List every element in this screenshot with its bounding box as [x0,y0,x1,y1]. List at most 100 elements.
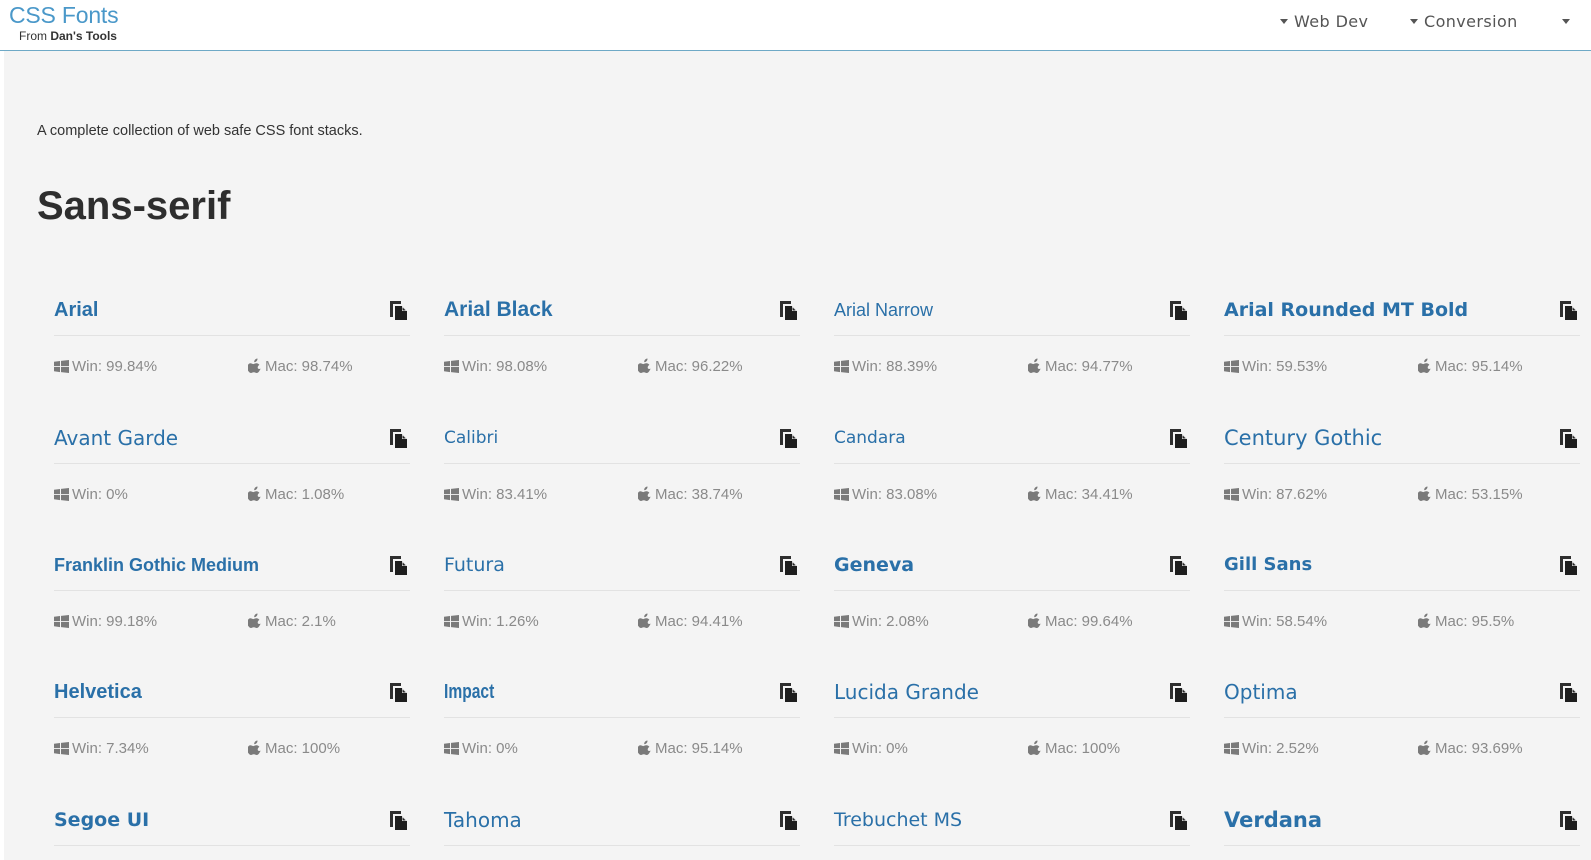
win-coverage-value: Win: 99.84% [72,358,158,375]
copy-icon[interactable] [778,554,800,576]
mac-coverage: Mac: 95.14% [637,739,743,759]
windows-icon [54,358,72,375]
apple-icon [637,740,655,757]
win-coverage: Win: 59.53% [1224,357,1327,377]
copy-icon[interactable] [388,809,410,831]
brand-subtitle-prefix: From [19,29,47,43]
mac-coverage-value: Mac: 53.15% [1435,486,1523,503]
caret-down-icon [1562,19,1570,24]
font-card-futura: Futura Win: 1.26% Mac: 94.41% [444,540,800,640]
win-coverage: Win: 0% [444,739,518,759]
nav-label: Conversion [1424,12,1518,31]
mac-coverage: Mac: 94.41% [637,612,743,632]
apple-icon [1417,740,1435,757]
mac-coverage: Mac: 93.69% [1417,739,1523,759]
font-card-header: Arial [54,285,410,336]
font-name-link[interactable]: Geneva [834,552,914,578]
copy-icon[interactable] [778,299,800,321]
apple-icon [247,740,265,757]
font-card-franklin-gothic-medium: Franklin Gothic Medium Win: 99.18% Mac: 2.… [54,540,410,640]
apple-icon [1417,358,1435,375]
windows-icon [444,613,462,630]
mac-coverage: Mac: 99.64% [1027,612,1133,632]
font-name-link[interactable]: Candara [834,425,906,451]
win-coverage: Win: 83.08% [834,485,937,505]
font-name-link[interactable]: Segoe UI [54,807,149,833]
brand-subtitle-link[interactable]: Dan's Tools [50,29,117,43]
font-name-link[interactable]: Arial Black [444,297,553,323]
mac-coverage-value: Mac: 94.77% [1045,358,1133,375]
left-gutter [0,0,4,860]
font-name-link[interactable]: Century Gothic [1224,425,1382,451]
font-name-link[interactable]: Futura [444,552,505,578]
font-name-link[interactable]: Calibri [444,425,498,451]
font-name-link[interactable]: Optima [1224,679,1298,705]
font-card-header: Century Gothic [1224,413,1580,464]
copy-icon[interactable] [1168,554,1190,576]
nav-item-conversion[interactable]: Conversion [1410,11,1518,33]
font-card-century-gothic: Century Gothic Win: 87.62% Mac: 53.15% [1224,413,1580,513]
font-card-header: Tahoma [444,795,800,846]
copy-icon[interactable] [1558,299,1580,321]
copy-icon[interactable] [1558,809,1580,831]
font-name-link[interactable]: Tahoma [444,807,522,833]
font-name-link[interactable]: Arial [54,297,98,323]
font-card-header: Gill Sans [1224,540,1580,591]
font-name-link[interactable]: Gill Sans [1224,552,1312,578]
brand[interactable]: CSS Fonts From Dan's Tools [9,3,119,44]
win-coverage-value: Win: 98.08% [462,358,548,375]
font-card-geneva: Geneva Win: 2.08% Mac: 99.64% [834,540,1190,640]
copy-icon[interactable] [1168,681,1190,703]
copy-icon[interactable] [1168,809,1190,831]
apple-icon [1417,613,1435,630]
brand-title[interactable]: CSS Fonts [9,3,119,28]
font-card-arial-black: Arial Black Win: 98.08% Mac: 96.22% [444,285,800,385]
mac-coverage: Mac: 100% [247,739,340,759]
mac-coverage: Mac: 100% [1027,739,1120,759]
font-name-link[interactable]: Franklin Gothic Medium [54,552,259,578]
apple-icon [1027,613,1045,630]
font-name-link[interactable]: Arial Narrow [834,297,933,323]
win-coverage: Win: 88.39% [834,357,937,377]
nav-item-more[interactable] [1562,11,1576,33]
font-card-header: Lucida Grande [834,667,1190,718]
apple-icon [1417,486,1435,503]
copy-icon[interactable] [388,427,410,449]
font-name-link[interactable]: Arial Rounded MT Bold [1224,297,1468,323]
win-coverage-value: Win: 1.26% [462,613,539,630]
font-card-arial-narrow: Arial Narrow Win: 88.39% Mac: 94.77% [834,285,1190,385]
mac-coverage: Mac: 2.1% [247,612,336,632]
font-card-header: Optima [1224,667,1580,718]
font-name-link[interactable]: Helvetica [54,679,142,705]
font-name-link[interactable]: Avant Garde [54,425,178,451]
mac-coverage-value: Mac: 95.14% [655,740,743,757]
font-name-link[interactable]: Impact [444,679,494,705]
copy-icon[interactable] [388,554,410,576]
mac-coverage: Mac: 95.5% [1417,612,1514,632]
win-coverage-value: Win: 88.39% [852,358,938,375]
nav-item-web-dev[interactable]: Web Dev [1280,11,1368,33]
font-name-link[interactable]: Trebuchet MS [834,807,962,833]
font-card-calibri: Calibri Win: 83.41% Mac: 38.74% [444,413,800,513]
page: CSS Fonts From Dan's Tools Web Dev Conve… [0,0,1591,860]
copy-icon[interactable] [1168,427,1190,449]
mac-coverage: Mac: 53.15% [1417,485,1523,505]
copy-icon[interactable] [388,299,410,321]
copy-icon[interactable] [388,681,410,703]
win-coverage: Win: 7.34% [54,739,149,759]
copy-icon[interactable] [1558,681,1580,703]
mac-coverage-value: Mac: 94.41% [655,613,743,630]
font-name-link[interactable]: Verdana [1224,807,1322,833]
copy-icon[interactable] [778,427,800,449]
font-name-link[interactable]: Lucida Grande [834,679,979,705]
font-card-header: Futura [444,540,800,591]
windows-icon [1224,486,1242,503]
copy-icon[interactable] [1558,554,1580,576]
win-coverage: Win: 0% [834,739,908,759]
win-coverage-value: Win: 83.41% [462,486,548,503]
copy-icon[interactable] [778,809,800,831]
copy-icon[interactable] [1558,427,1580,449]
copy-icon[interactable] [778,681,800,703]
copy-icon[interactable] [1168,299,1190,321]
font-card-header: Arial Black [444,285,800,336]
